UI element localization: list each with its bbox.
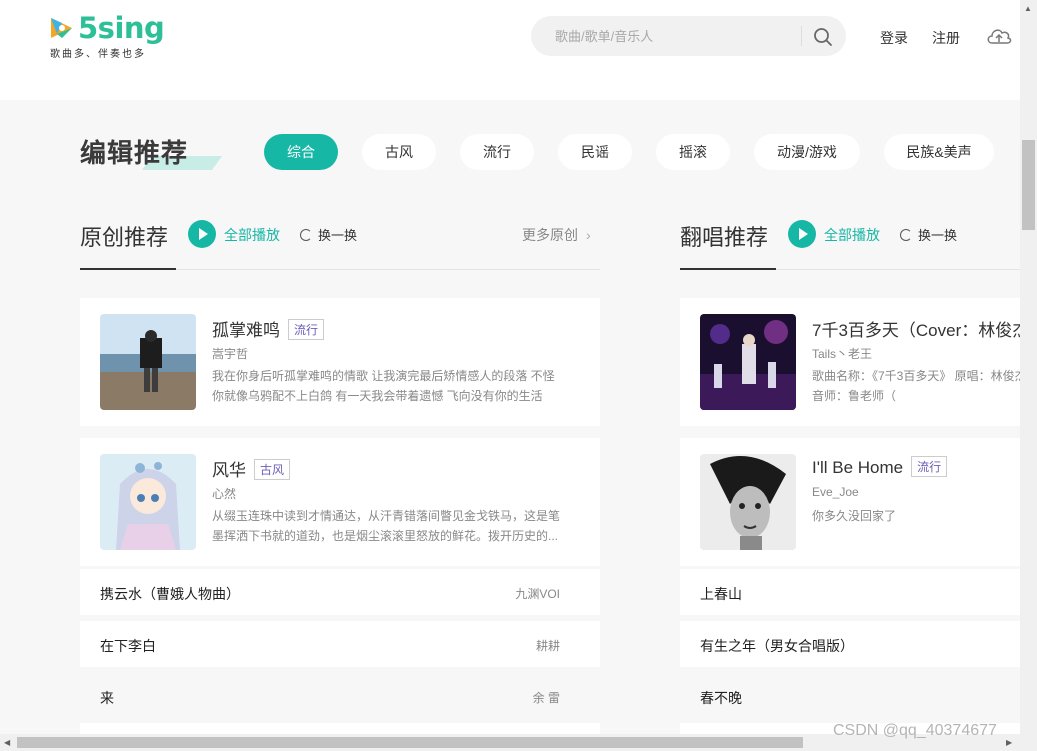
list-item[interactable]: 春不晚 xyxy=(680,673,1020,719)
song-title-text: 风华 xyxy=(212,461,246,480)
tab-folk[interactable]: 民谣 xyxy=(558,134,632,170)
song-author[interactable]: 嵩宇哲 xyxy=(212,345,248,362)
song-author[interactable]: 心然 xyxy=(212,485,236,502)
scroll-right-icon[interactable]: ▶ xyxy=(1006,734,1012,751)
search-box xyxy=(531,16,846,56)
tab-ethnic-bel-canto[interactable]: 民族&美声 xyxy=(884,134,994,170)
song-title[interactable]: 风华 古风 xyxy=(212,456,291,481)
genre-tag[interactable]: 流行 xyxy=(911,456,948,477)
list-item-title[interactable]: 有生之年（男女合唱版） xyxy=(700,636,854,656)
song-cover-image[interactable] xyxy=(100,314,196,410)
horizontal-scroll-thumb[interactable] xyxy=(17,737,803,748)
editor-title: 编辑推荐 xyxy=(80,138,189,168)
song-card[interactable]: 风华 古风 心然 从缀玉连珠中读到才情通达，从汗青错落间瞥见金戈铁马，这是笔墨挥洒… xyxy=(80,438,600,566)
tab-anime-game[interactable]: 动漫/游戏 xyxy=(754,134,860,170)
list-item[interactable]: 在下李白 耕耕 xyxy=(80,621,600,667)
tab-pop[interactable]: 流行 xyxy=(460,134,534,170)
cloud-upload-icon[interactable] xyxy=(985,24,1013,48)
song-author[interactable]: Tails丶老王 xyxy=(812,345,872,362)
scroll-up-icon[interactable]: ▲ xyxy=(1024,0,1032,17)
original-title: 原创推荐 xyxy=(80,225,169,250)
song-card[interactable]: 孤掌难鸣 流行 嵩宇哲 我在你身后听孤掌难鸣的情歌 让我演完最后矫情感人的段落 不… xyxy=(80,298,600,426)
cover-title: 翻唱推荐 xyxy=(680,225,769,250)
refresh-label: 换一换 xyxy=(918,228,958,243)
list-item-author[interactable]: 九渊VOI xyxy=(515,585,560,602)
more-label: 更多原创 xyxy=(522,227,578,243)
register-link[interactable]: 注册 xyxy=(932,28,960,48)
song-description: 从缀玉连珠中读到才情通达，从汗青错落间瞥见金戈铁马，这是笔墨挥洒下书就的道劲，也… xyxy=(212,509,561,543)
list-item[interactable]: 携云水（曹娥人物曲） 九渊VOI xyxy=(80,569,600,615)
more-original-link[interactable]: 更多原创 › xyxy=(522,225,591,245)
song-title-text: I'll Be Home xyxy=(812,458,904,477)
scroll-left-icon[interactable]: ◀ xyxy=(4,734,10,751)
list-item-title[interactable]: 春不晚 xyxy=(700,688,742,708)
tab-gufeng[interactable]: 古风 xyxy=(362,134,436,170)
list-item-title[interactable]: 上春山 xyxy=(700,584,742,604)
cover-refresh-button[interactable]: 换一换 xyxy=(900,225,957,244)
song-title[interactable]: 孤掌难鸣 流行 xyxy=(212,316,325,341)
editor-section-title: 编辑推荐 xyxy=(80,130,230,174)
song-author[interactable]: Eve_Joe xyxy=(812,485,859,499)
section-divider-accent xyxy=(680,268,776,270)
tab-rock[interactable]: 摇滚 xyxy=(656,134,730,170)
site-logo[interactable]: 5sing 歌曲多、伴奏也多 xyxy=(48,11,165,60)
header-spacer xyxy=(0,72,1020,100)
search-icon[interactable] xyxy=(811,25,835,49)
song-description: 歌曲名称：《7千3百多天》 原唱：林俊杰 王（王泽宇） 录音师/混音师：鲁老师（ xyxy=(812,369,1020,403)
list-item-title[interactable]: 来 xyxy=(100,688,114,708)
search-divider xyxy=(801,26,802,46)
list-item-author[interactable]: 余 雷 xyxy=(533,689,560,706)
vertical-scrollbar[interactable]: ▲ xyxy=(1020,0,1037,734)
list-item-title[interactable]: 在下李白 xyxy=(100,636,156,656)
logo-slogan: 歌曲多、伴奏也多 xyxy=(50,49,146,60)
section-divider-accent xyxy=(80,268,176,270)
song-card[interactable]: 7千3百多天（Cover：林俊杰 Tails丶老王 歌曲名称：《7千3百多天》 … xyxy=(680,298,1020,426)
song-card[interactable]: I'll Be Home 流行 Eve_Joe 你多久没回家了 xyxy=(680,438,1020,566)
original-section-header: 原创推荐 全部播放 换一换 更多原创 › xyxy=(80,210,600,270)
song-title[interactable]: 7千3百多天（Cover：林俊杰 xyxy=(812,316,1020,341)
play-all-label: 全部播放 xyxy=(824,227,880,243)
play-icon xyxy=(188,220,216,248)
list-item[interactable]: 上春山 xyxy=(680,569,1020,615)
song-cover-image[interactable] xyxy=(700,454,796,550)
refresh-label: 换一换 xyxy=(318,228,358,243)
refresh-icon xyxy=(900,229,912,241)
original-refresh-button[interactable]: 换一换 xyxy=(300,225,357,244)
play-all-label: 全部播放 xyxy=(224,227,280,243)
list-item-title[interactable]: 携云水（曹娥人物曲） xyxy=(100,584,240,604)
list-item[interactable]: 来 余 雷 xyxy=(80,673,600,719)
song-cover-image[interactable] xyxy=(100,454,196,550)
song-description: 你多久没回家了 xyxy=(812,509,897,523)
vertical-scroll-thumb[interactable] xyxy=(1022,140,1035,230)
logo-leaf-icon xyxy=(51,18,72,38)
watermark: CSDN @qq_40374677 xyxy=(833,722,997,739)
list-item-author[interactable]: 耕耕 xyxy=(536,637,560,654)
refresh-icon xyxy=(300,229,312,241)
song-title-text: 孤掌难鸣 xyxy=(212,321,280,340)
song-title[interactable]: I'll Be Home 流行 xyxy=(812,456,948,478)
search-input[interactable] xyxy=(555,16,795,56)
site-header: 5sing 歌曲多、伴奏也多 登录 注册 xyxy=(0,0,1020,72)
tab-comprehensive[interactable]: 综合 xyxy=(264,134,338,170)
original-section: 原创推荐 全部播放 换一换 更多原创 › 孤掌难鸣 流行 嵩宇哲 我在你身后听孤掌难… xyxy=(80,210,600,743)
genre-tag[interactable]: 流行 xyxy=(288,319,325,340)
genre-tag[interactable]: 古风 xyxy=(254,459,291,480)
logo-wordmark: 5sing xyxy=(78,11,165,45)
login-link[interactable]: 登录 xyxy=(880,28,908,48)
list-item[interactable]: 有生之年（男女合唱版） xyxy=(680,621,1020,667)
song-cover-image[interactable] xyxy=(700,314,796,410)
cover-section-header: 翻唱推荐 全部播放 换一换 xyxy=(680,210,1020,270)
chevron-right-icon: › xyxy=(586,227,591,243)
song-description: 我在你身后听孤掌难鸣的情歌 让我演完最后矫情感人的段落 不怪你就像乌鸦配不上白鸽… xyxy=(212,369,555,403)
play-icon xyxy=(788,220,816,248)
cover-section: 翻唱推荐 全部播放 换一换 7千3百多天（Cover：林俊杰 Tails丶老王 … xyxy=(680,210,1020,734)
